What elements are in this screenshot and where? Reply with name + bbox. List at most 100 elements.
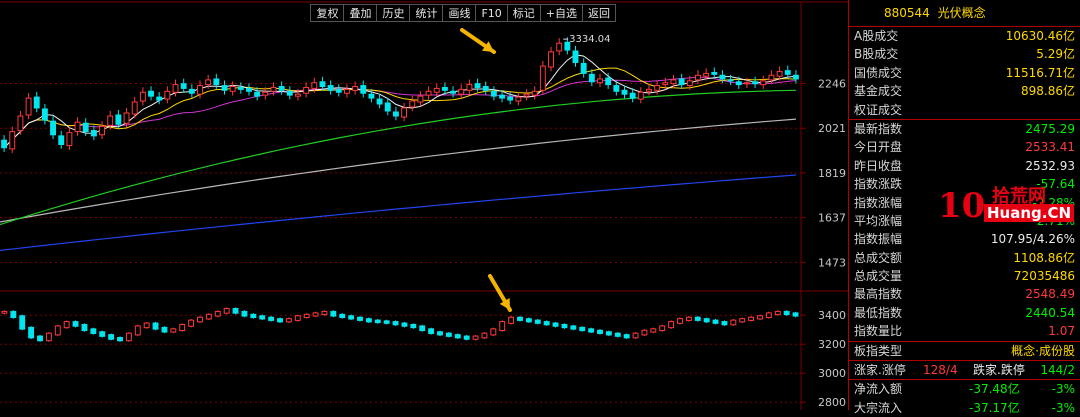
ma-blue-line (0, 174, 797, 251)
candle (507, 96, 514, 101)
candle (376, 98, 383, 105)
candle (311, 82, 318, 89)
stat-row: 权证成交 (849, 101, 1080, 119)
stat-label: 总成交量 (854, 269, 903, 284)
candle (41, 108, 48, 121)
candle (474, 83, 481, 88)
toolbar-button[interactable]: 统计 (409, 4, 443, 22)
candle (50, 120, 57, 136)
stat-value: 5.29亿 (1036, 47, 1075, 62)
y-tick-label: 2246 (818, 77, 846, 90)
toolbar-button[interactable]: 标记 (506, 4, 540, 22)
candle (482, 86, 489, 91)
lower-candle (108, 334, 115, 340)
stat-label: 最高指数 (854, 287, 903, 302)
lower-candle (570, 325, 577, 330)
candle (303, 86, 310, 94)
candle (99, 125, 105, 136)
candle (743, 82, 750, 85)
y-tick-label: 3400 (818, 309, 846, 322)
lower-candle (481, 332, 488, 339)
stat-label: 国债成交 (854, 65, 903, 80)
candle (401, 107, 408, 118)
stat-label: 昨日收盘 (854, 158, 903, 173)
lower-candle (561, 323, 568, 329)
toolbar-button[interactable]: F10 (475, 4, 507, 22)
candle (425, 90, 432, 96)
candle (784, 70, 791, 75)
candle (237, 86, 244, 90)
lower-candle (525, 318, 532, 323)
lower-candle (152, 322, 159, 330)
stat-value: 11516.71亿 (1005, 65, 1075, 80)
lower-candle (72, 321, 79, 327)
candle (768, 74, 775, 81)
candle (531, 90, 538, 96)
stat-label: 最低指数 (854, 305, 903, 320)
lower-candle (641, 329, 648, 336)
flow-row: 大宗流入 -37.17亿 -3% (849, 399, 1080, 417)
lower-candle (90, 328, 97, 334)
lower-candle (339, 313, 346, 319)
lower-candle (454, 334, 461, 339)
lower-candle (721, 321, 728, 326)
candle (188, 88, 195, 94)
lower-candle (517, 316, 523, 321)
lower-candle (668, 321, 675, 329)
lower-candle (694, 316, 701, 321)
advance-value: 128/4 (923, 363, 958, 378)
candle (17, 115, 24, 132)
lower-candle (730, 319, 737, 326)
candle (82, 122, 89, 133)
toolbar-button[interactable]: 历史 (376, 4, 410, 22)
stat-row: 最新指数 2475.29 (849, 120, 1080, 138)
stat-row: 总成交额 1108.86亿 (849, 249, 1080, 267)
lower-candle (419, 325, 426, 332)
lower-candle (188, 319, 195, 327)
lower-candle (748, 316, 755, 321)
toolbar-button[interactable]: 叠加 (343, 4, 377, 22)
turnover-section: A股成交 10630.46亿 B股成交 5.29亿 国债成交 11516.71亿 基金成交 8… (849, 27, 1080, 119)
y-tick-label: 2800 (818, 396, 846, 409)
toolbar-button[interactable]: 画线 (442, 4, 476, 22)
lower-candle (499, 321, 506, 332)
lower-candle (223, 308, 230, 314)
candle (384, 102, 391, 112)
kline-chart[interactable]: 2246 2021 1819 1637 1473 3400 3200 3000 2800 3334… (0, 0, 848, 410)
stat-label: B股成交 (854, 47, 899, 62)
toolbar-button[interactable]: +自选 (539, 4, 582, 22)
toolbar-button[interactable]: 复权 (310, 4, 344, 22)
candle (139, 91, 146, 102)
lower-candle (348, 315, 355, 320)
lower-candle (277, 318, 283, 323)
lower-candle (241, 310, 248, 317)
candle (760, 80, 767, 86)
lower-candle (161, 326, 168, 333)
lower-candle (117, 337, 123, 342)
chart-area[interactable]: 2246 2021 1819 1637 1473 3400 3200 3000 2800 3334… (0, 0, 848, 410)
stat-label: A股成交 (854, 29, 899, 43)
candle (490, 90, 497, 97)
candle (197, 85, 203, 95)
lower-candle (250, 313, 257, 319)
toolbar-button[interactable]: 返回 (582, 4, 616, 22)
lower-candle (712, 319, 719, 324)
lower-candle (214, 310, 221, 317)
lower-candle (19, 315, 26, 330)
lower-candle (445, 332, 452, 337)
candle (221, 85, 228, 91)
lower-candle (543, 321, 550, 326)
candle (270, 86, 277, 92)
candle (180, 83, 187, 89)
candle (580, 62, 587, 74)
lower-candle (605, 331, 612, 336)
lower-candle (63, 321, 70, 329)
lower-candle (374, 319, 381, 324)
candle (123, 112, 130, 124)
lower-candle (490, 328, 497, 336)
candle (441, 86, 448, 91)
candle (466, 84, 473, 91)
lower-candle (205, 313, 212, 320)
candle (131, 101, 138, 115)
board-type-value: 概念·成份股 (1011, 343, 1075, 358)
